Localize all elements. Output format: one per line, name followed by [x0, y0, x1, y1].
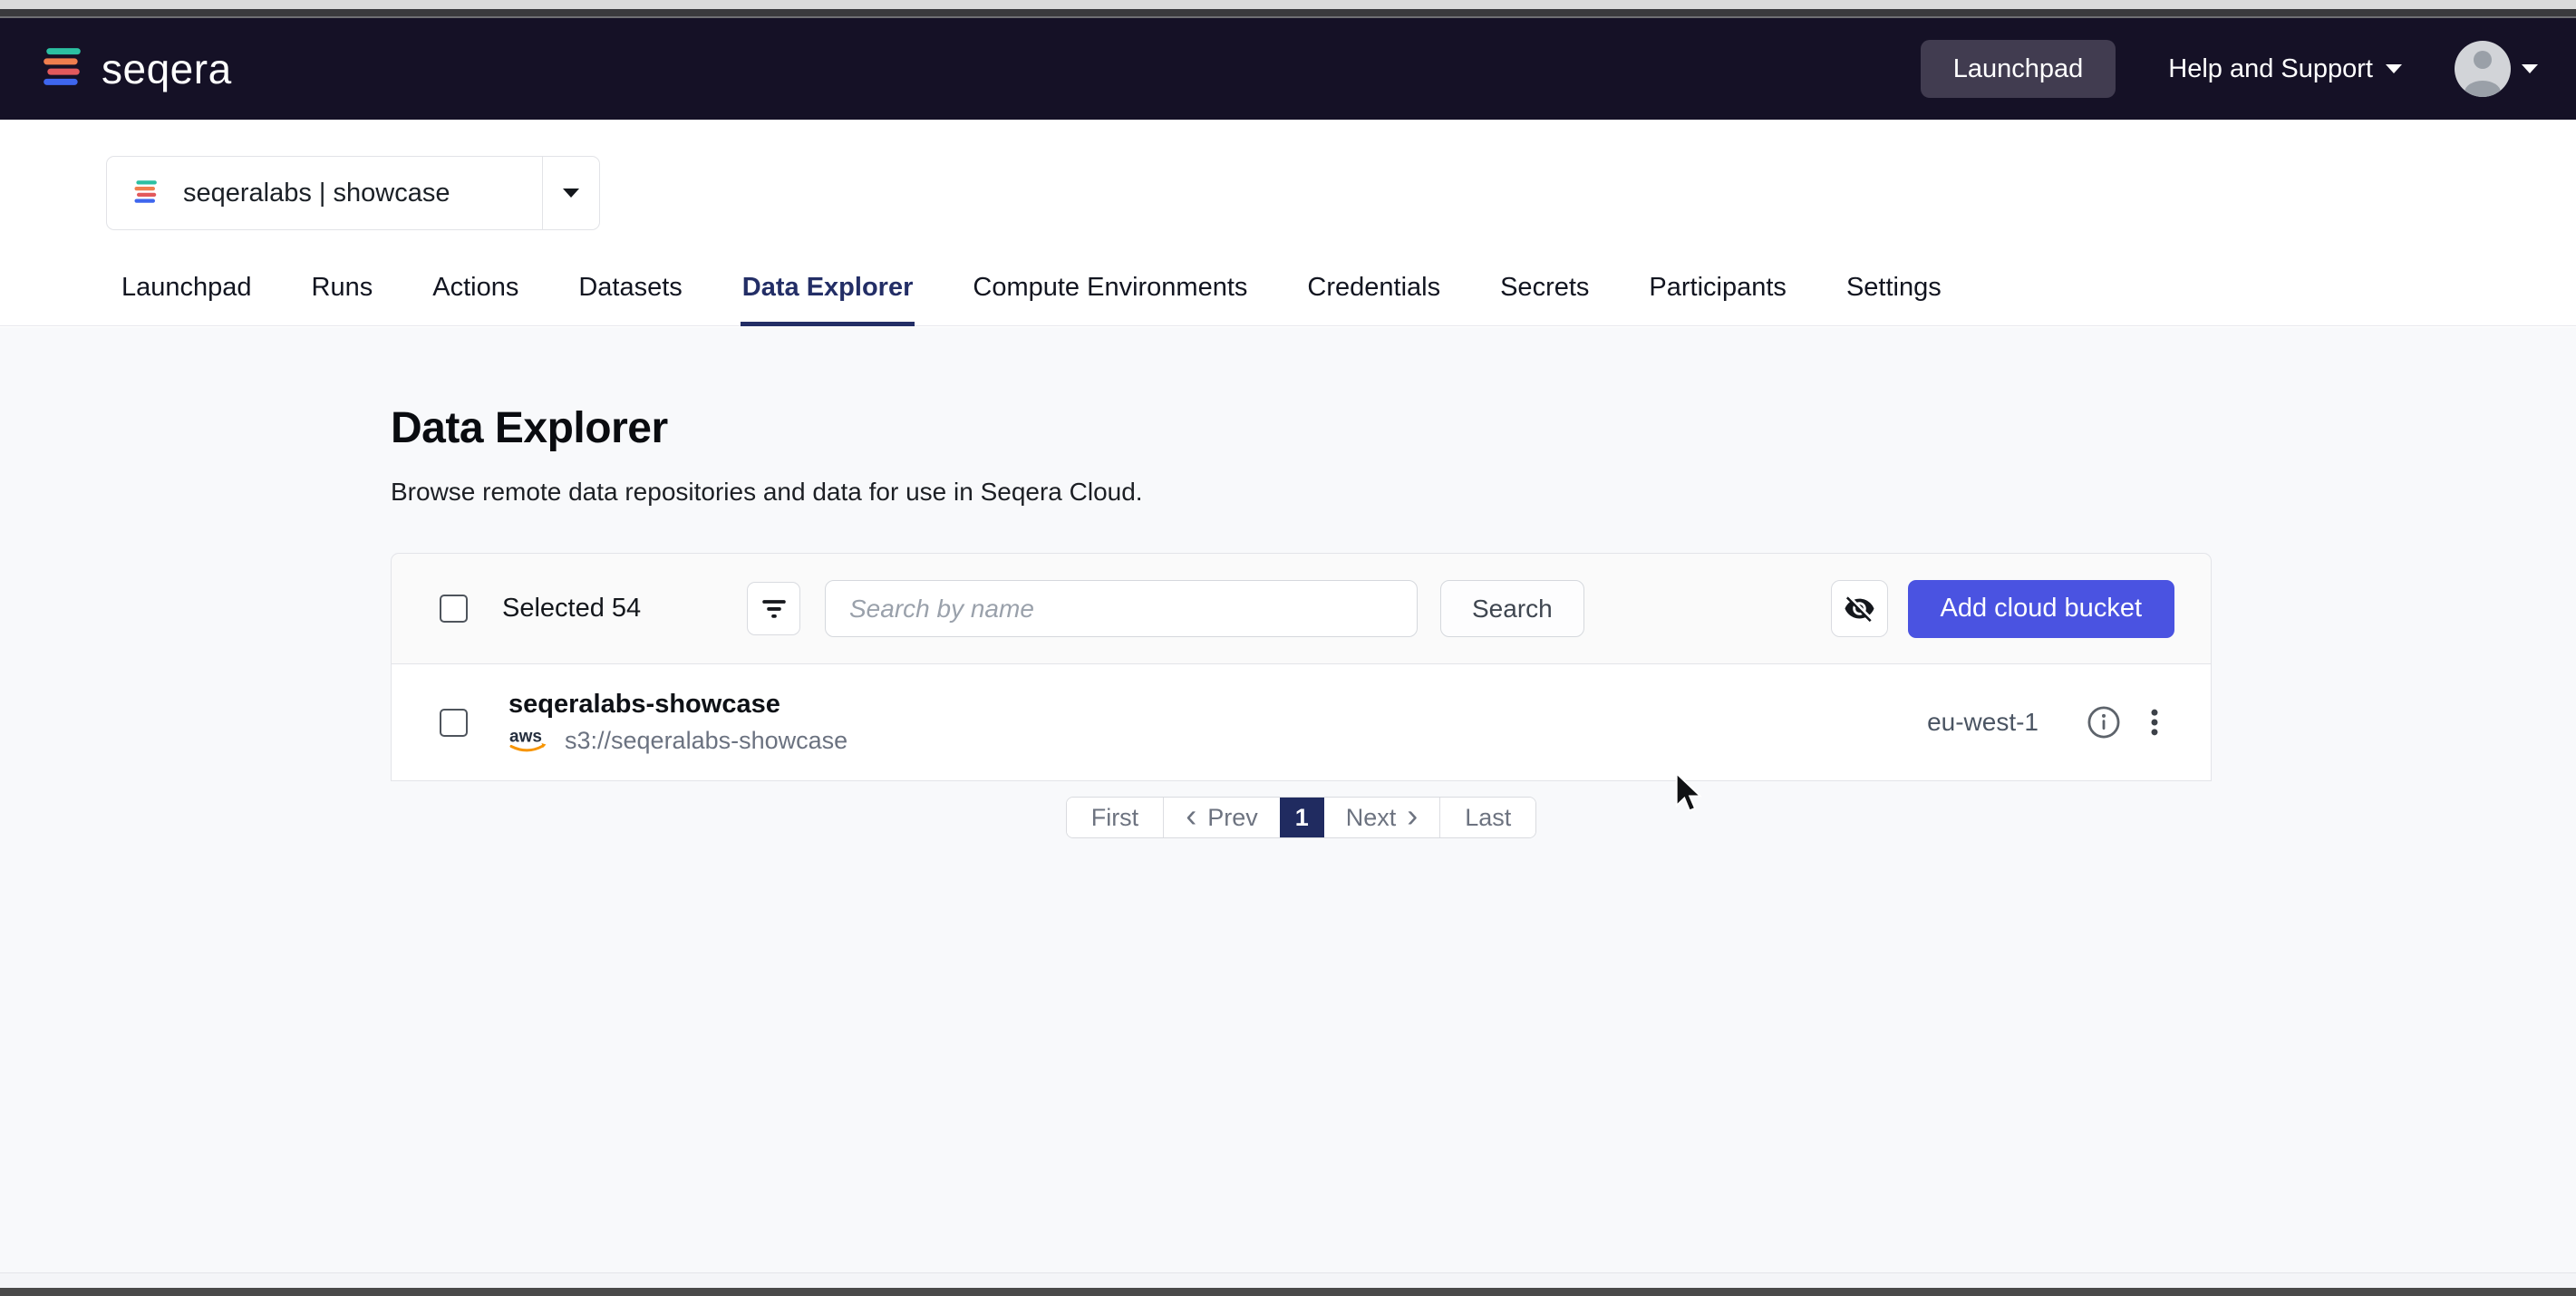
kebab-menu-icon — [2136, 704, 2173, 740]
pagination: First ‹ Prev 1 Next › Last — [1066, 797, 1537, 838]
tab-participants[interactable]: Participants — [1647, 273, 1788, 326]
top-navbar: seqera Launchpad Help and Support — [0, 18, 2576, 120]
bucket-actions-menu-button[interactable] — [2129, 697, 2180, 748]
launchpad-button[interactable]: Launchpad — [1921, 40, 2116, 98]
workspace-logo-icon — [132, 179, 160, 207]
hide-buckets-button[interactable] — [1831, 580, 1888, 637]
filter-button[interactable] — [747, 582, 800, 635]
pagination-next-button[interactable]: Next › — [1324, 798, 1440, 837]
workspace-tabs: Launchpad Runs Actions Datasets Data Exp… — [120, 273, 1943, 326]
bucket-name-link[interactable]: seqeralabs-showcase — [508, 690, 847, 720]
help-and-support-label: Help and Support — [2168, 54, 2373, 84]
add-cloud-bucket-button[interactable]: Add cloud bucket — [1908, 580, 2174, 638]
user-menu[interactable] — [2455, 41, 2538, 97]
pagination-prev-label: Prev — [1207, 804, 1258, 832]
browser-dark-strip — [0, 9, 2576, 18]
chevron-down-icon — [2522, 64, 2538, 73]
pagination-last-button[interactable]: Last — [1439, 798, 1535, 837]
filter-lines-icon — [759, 594, 789, 624]
tab-secrets[interactable]: Secrets — [1498, 273, 1591, 326]
tab-launchpad[interactable]: Launchpad — [120, 273, 254, 326]
chevron-down-icon — [2386, 64, 2402, 73]
bucket-details-button[interactable] — [2078, 697, 2129, 748]
pagination-current-page: 1 — [1280, 798, 1324, 837]
navbar-right: Launchpad Help and Support — [1921, 40, 2538, 98]
footer-strip — [0, 1272, 2576, 1288]
bucket-uri: s3://seqeralabs-showcase — [565, 727, 847, 755]
page-title: Data Explorer — [391, 403, 2576, 453]
row-checkbox[interactable] — [440, 709, 468, 737]
browser-bottom-bar — [0, 1288, 2576, 1296]
workspace-header: seqeralabs | showcase Launchpad Runs Act… — [0, 120, 2576, 326]
eye-off-icon — [1844, 593, 1875, 624]
seqera-logo-icon — [40, 46, 85, 92]
bucket-uri-line: aws s3://seqeralabs-showcase — [508, 726, 847, 756]
select-all-checkbox[interactable] — [440, 595, 468, 623]
pagination-first-button[interactable]: First — [1067, 798, 1164, 837]
tab-runs[interactable]: Runs — [310, 273, 375, 326]
search-button[interactable]: Search — [1440, 580, 1584, 637]
chevron-down-icon — [563, 189, 579, 198]
bucket-info: seqeralabs-showcase aws s3://seqeralabs-… — [508, 690, 847, 756]
info-icon — [2085, 703, 2123, 741]
search-input[interactable] — [825, 580, 1418, 637]
table-row: seqeralabs-showcase aws s3://seqeralabs-… — [391, 664, 2212, 781]
tab-settings[interactable]: Settings — [1845, 273, 1943, 326]
svg-text:aws: aws — [509, 727, 542, 746]
help-and-support-menu[interactable]: Help and Support — [2168, 54, 2402, 84]
tab-actions[interactable]: Actions — [431, 273, 520, 326]
buckets-panel: Selected 54 Search Add cloud bucke — [391, 553, 2212, 781]
tab-datasets[interactable]: Datasets — [576, 273, 683, 326]
pagination-next-label: Next — [1346, 804, 1397, 832]
tab-data-explorer[interactable]: Data Explorer — [741, 273, 915, 326]
pagination-container: First ‹ Prev 1 Next › Last — [391, 797, 2212, 838]
tab-credentials[interactable]: Credentials — [1305, 273, 1442, 326]
selected-count-label: Selected 54 — [502, 594, 647, 624]
chevron-right-icon: › — [1407, 799, 1418, 832]
workspace-name: seqeralabs | showcase — [183, 179, 450, 208]
page-subtitle: Browse remote data repositories and data… — [391, 478, 2576, 507]
workspace-selector[interactable]: seqeralabs | showcase — [106, 156, 600, 230]
chevron-left-icon: ‹ — [1186, 799, 1196, 832]
workspace-dropdown-toggle[interactable] — [543, 189, 599, 198]
seqera-cloud-app: seqera Launchpad Help and Support — [0, 0, 2576, 1296]
avatar — [2455, 41, 2511, 97]
seqera-home-link[interactable]: seqera — [40, 44, 232, 93]
aws-logo-icon: aws — [508, 726, 554, 756]
main-content: Data Explorer Browse remote data reposit… — [0, 327, 2576, 1272]
bucket-region: eu-west-1 — [1927, 708, 2039, 737]
pagination-prev-button[interactable]: ‹ Prev — [1164, 798, 1280, 837]
browser-top-strip — [0, 0, 2576, 9]
tab-compute-environments[interactable]: Compute Environments — [971, 273, 1249, 326]
brand-wordmark: seqera — [102, 44, 232, 93]
buckets-toolbar: Selected 54 Search Add cloud bucke — [391, 553, 2212, 664]
